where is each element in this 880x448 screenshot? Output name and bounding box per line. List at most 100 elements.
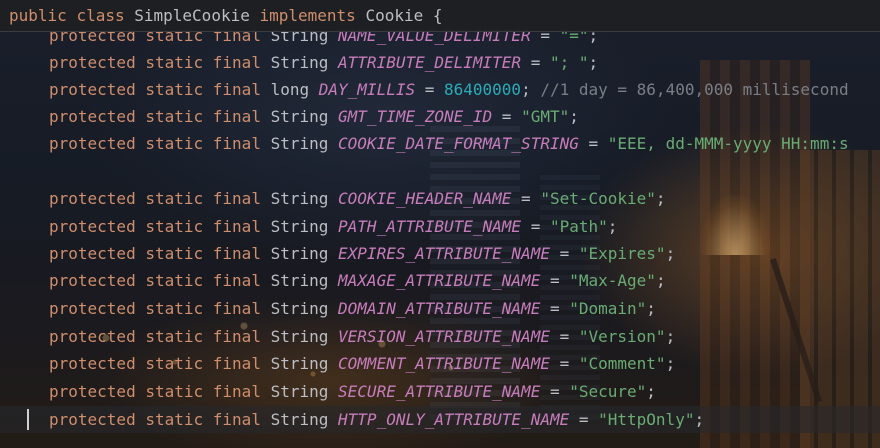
code-line[interactable]: protected static final String COOKIE_HEA… <box>49 185 666 212</box>
keyword-static: static <box>145 410 204 429</box>
code-line[interactable]: protected static final String HTTP_ONLY_… <box>49 406 704 433</box>
keyword-final: final <box>212 53 261 72</box>
semicolon: ; <box>607 217 618 236</box>
keyword-static: static <box>145 244 204 263</box>
keyword-protected: protected <box>49 299 136 318</box>
keyword-static: static <box>145 80 204 99</box>
field-name: SECURE_ATTRIBUTE_NAME <box>338 382 541 401</box>
keyword-public: public <box>9 6 67 25</box>
string-literal: "Domain" <box>569 299 647 318</box>
code-line[interactable]: protected static final long DAY_MILLIS =… <box>49 76 849 103</box>
keyword-protected: protected <box>49 410 136 429</box>
field-name: COOKIE_HEADER_NAME <box>338 189 512 208</box>
semicolon: ; <box>588 53 599 72</box>
semicolon: ; <box>665 327 676 346</box>
keyword-static: static <box>145 107 204 126</box>
line-comment: //1 day = 86,400,000 millisecond <box>530 80 849 99</box>
field-name: EXPIRES_ATTRIBUTE_NAME <box>338 244 550 263</box>
field-name: GMT_TIME_ZONE_ID <box>338 107 493 126</box>
field-name: DAY_MILLIS <box>318 80 416 99</box>
class-name: SimpleCookie <box>134 6 250 25</box>
semicolon: ; <box>665 244 676 263</box>
assign-operator: = <box>540 299 570 318</box>
keyword-protected: protected <box>49 53 136 72</box>
code-line[interactable]: protected static final String SECURE_ATT… <box>49 378 656 405</box>
keyword-protected: protected <box>49 244 136 263</box>
assign-operator: = <box>492 107 522 126</box>
string-literal: "Expires" <box>578 244 666 263</box>
background-lamp-arm <box>770 258 823 403</box>
code-editor[interactable]: public class SimpleCookie implements Coo… <box>0 0 880 448</box>
field-type: String <box>270 327 329 346</box>
keyword-implements: implements <box>259 6 356 25</box>
assign-operator: = <box>521 53 550 72</box>
code-line[interactable]: protected static final String MAXAGE_ATT… <box>49 267 666 294</box>
code-line[interactable]: protected static final String COOKIE_DAT… <box>49 130 849 157</box>
field-name: ATTRIBUTE_DELIMITER <box>338 53 522 72</box>
string-literal: "Secure" <box>569 382 647 401</box>
keyword-static: static <box>145 271 204 290</box>
string-literal: "HttpOnly" <box>598 410 695 429</box>
background-bookshelf <box>800 150 880 448</box>
semicolon: ; <box>655 189 666 208</box>
open-brace: { <box>432 6 443 25</box>
keyword-protected: protected <box>49 189 136 208</box>
keyword-final: final <box>212 107 261 126</box>
field-type: String <box>270 354 329 373</box>
keyword-static: static <box>145 354 204 373</box>
field-type: String <box>270 271 329 290</box>
numeric-literal: 86400000 <box>444 80 522 99</box>
field-type: String <box>270 107 329 126</box>
field-type: String <box>270 410 329 429</box>
assign-operator: = <box>521 217 550 236</box>
semicolon: ; <box>646 382 656 401</box>
field-name: VERSION_ATTRIBUTE_NAME <box>338 327 550 346</box>
field-name: COMMENT_ATTRIBUTE_NAME <box>338 354 550 373</box>
field-type: long <box>270 80 310 99</box>
keyword-protected: protected <box>49 382 136 401</box>
string-literal: "Set-Cookie" <box>540 189 656 208</box>
string-literal: "Comment" <box>578 354 666 373</box>
semicolon: ; <box>694 410 705 429</box>
assign-operator: = <box>549 244 579 263</box>
keyword-final: final <box>212 382 261 401</box>
field-name: PATH_ATTRIBUTE_NAME <box>338 217 522 236</box>
keyword-final: final <box>212 327 261 346</box>
field-name: MAXAGE_ATTRIBUTE_NAME <box>338 271 541 290</box>
assign-operator: = <box>511 189 541 208</box>
field-type: String <box>270 382 329 401</box>
background-curtain <box>700 60 810 448</box>
keyword-final: final <box>212 299 261 318</box>
code-line[interactable]: protected static final String EXPIRES_AT… <box>49 240 675 267</box>
assign-operator: = <box>569 410 599 429</box>
assign-operator: = <box>549 354 579 373</box>
string-literal: "; " <box>549 53 589 72</box>
string-literal: "Version" <box>578 327 666 346</box>
semicolon: ; <box>655 271 666 290</box>
field-type: String <box>270 217 329 236</box>
string-literal: "EEE, dd-MMM-yyyy HH:mm:s <box>607 134 849 153</box>
field-type: String <box>270 134 329 153</box>
keyword-protected: protected <box>49 107 136 126</box>
class-declaration-line[interactable]: public class SimpleCookie implements Coo… <box>9 2 443 29</box>
code-line[interactable]: protected static final String ATTRIBUTE_… <box>49 49 598 76</box>
semicolon: ; <box>646 299 656 318</box>
code-line[interactable]: protected static final String COMMENT_AT… <box>49 350 675 377</box>
sticky-scope-header[interactable]: public class SimpleCookie implements Coo… <box>0 0 880 32</box>
keyword-final: final <box>212 244 261 263</box>
keyword-protected: protected <box>49 134 136 153</box>
keyword-final: final <box>212 271 261 290</box>
keyword-final: final <box>212 189 261 208</box>
code-line[interactable]: protected static final String VERSION_AT… <box>49 323 675 350</box>
code-line[interactable]: protected static final String GMT_TIME_Z… <box>49 103 579 130</box>
keyword-protected: protected <box>49 271 136 290</box>
assign-operator: = <box>540 382 570 401</box>
code-line[interactable]: protected static final String PATH_ATTRI… <box>49 213 617 240</box>
keyword-static: static <box>145 299 204 318</box>
keyword-final: final <box>212 80 261 99</box>
field-type: String <box>270 53 329 72</box>
keyword-static: static <box>145 217 204 236</box>
code-line[interactable]: protected static final String DOMAIN_ATT… <box>49 295 656 322</box>
keyword-protected: protected <box>49 80 136 99</box>
keyword-final: final <box>212 410 261 429</box>
